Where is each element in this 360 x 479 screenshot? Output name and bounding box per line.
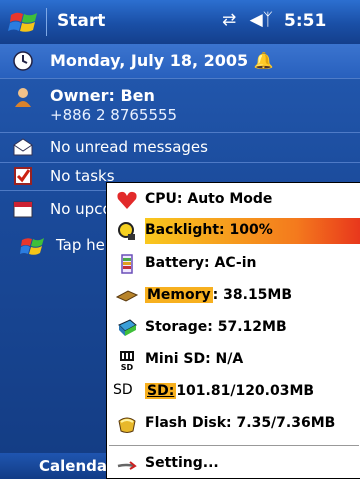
owner-phone: +886 2 8765555 — [50, 106, 178, 124]
windows-flag-icon — [20, 238, 44, 255]
menu-item-backlight[interactable]: Backlight: 100% — [107, 216, 360, 246]
flash-disk-icon — [118, 417, 136, 433]
speaker-icon[interactable]: ◀ᛉ — [250, 10, 273, 30]
menu-item-label: SD: 101.81/120.03MB — [145, 383, 315, 399]
clock[interactable]: 5:51 — [284, 11, 326, 31]
battery-icon — [121, 254, 133, 274]
windows-start-icon[interactable] — [8, 7, 42, 37]
owner-icon — [15, 88, 31, 107]
menu-item-flash-disk[interactable]: Flash Disk: 7.35/7.36MB — [107, 409, 360, 439]
task-checkbox-icon — [14, 167, 32, 185]
menu-item-label: Mini SD: N/A — [145, 351, 244, 367]
start-menu-label[interactable]: Start — [57, 11, 105, 31]
menu-item-cpu[interactable]: CPU: Auto Mode — [107, 185, 360, 215]
menu-item-label: Battery: AC-in — [145, 255, 257, 271]
menu-item-label: Storage: 57.12MB — [145, 319, 287, 335]
title-separator — [46, 8, 47, 36]
bell-icon: 🔔 — [253, 51, 274, 70]
menu-item-mini-sd[interactable]: SD Mini SD: N/A — [107, 345, 360, 375]
calendar-icon — [13, 201, 33, 218]
menu-item-label: Memory: 38.15MB — [145, 287, 293, 303]
menu-item-setting[interactable]: Setting... — [107, 449, 360, 479]
lightbulb-icon — [118, 222, 135, 240]
menu-separator — [109, 445, 359, 446]
mini-sd-icon: SD — [120, 351, 134, 371]
memory-chip-icon — [116, 290, 138, 302]
menu-item-label: Setting... — [145, 455, 219, 471]
system-status-menu: CPU: Auto Mode Backlight: 100% Battery: … — [106, 182, 360, 479]
messages-row[interactable]: No unread messages — [0, 132, 360, 162]
date-row[interactable]: Monday, July 18, 2005 🔔 — [0, 44, 360, 78]
menu-item-battery[interactable]: Battery: AC-in — [107, 249, 360, 279]
tip-text: Tap her — [56, 236, 112, 254]
heart-icon — [117, 191, 137, 209]
owner-name: Owner: Ben — [50, 86, 155, 105]
menu-item-label: Flash Disk: 7.35/7.36MB — [145, 415, 336, 431]
menu-item-memory[interactable]: Memory: 38.15MB — [107, 281, 360, 311]
clock-icon — [13, 51, 33, 71]
appointments-text: No upco — [50, 200, 112, 218]
messages-text: No unread messages — [50, 138, 208, 156]
menu-item-label: CPU: Auto Mode — [145, 191, 273, 207]
svg-text:SD: SD — [121, 363, 134, 371]
envelope-icon — [13, 138, 33, 156]
arrow-right-icon — [117, 461, 137, 470]
date-text: Monday, July 18, 2005 🔔 — [50, 51, 274, 70]
connectivity-icon[interactable]: ⇄ — [222, 10, 236, 30]
menu-item-storage[interactable]: Storage: 57.12MB — [107, 313, 360, 343]
tasks-text: No tasks — [50, 167, 115, 185]
menu-item-label: Backlight: 100% — [145, 222, 273, 238]
storage-icon — [118, 319, 137, 336]
title-bar: Start ⇄ ◀ᛉ 5:51 — [0, 0, 360, 44]
owner-row[interactable]: Owner: Ben +886 2 8765555 — [0, 78, 360, 132]
calendar-softkey[interactable]: Calendar — [39, 457, 114, 475]
connectivity-volume-icons[interactable]: ⇄ ◀ᛉ — [222, 10, 273, 30]
sd-card-icon: SD — [113, 382, 133, 398]
menu-item-sd[interactable]: SD SD: 101.81/120.03MB — [107, 377, 360, 407]
